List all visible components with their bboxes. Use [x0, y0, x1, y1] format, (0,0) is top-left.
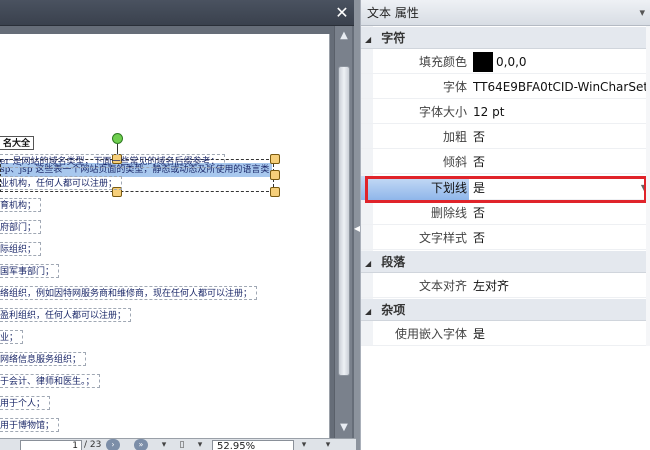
- property-label: 使用嵌入字体: [394, 327, 467, 341]
- dropdown-arrow-icon[interactable]: ▾: [158, 439, 170, 450]
- text-line[interactable]: 育机构；: [0, 198, 42, 212]
- scroll-up-icon[interactable]: ▲: [337, 28, 351, 44]
- document-pane: ✕ 名大全 sp、jsp 这些表一个网站页面的类型，静态或动态及所使用的语言类 …: [0, 0, 356, 450]
- property-value[interactable]: 否: [473, 201, 649, 225]
- close-icon[interactable]: ✕: [332, 3, 352, 23]
- scroll-down-icon[interactable]: ▼: [337, 420, 351, 436]
- page-number-input[interactable]: 1: [20, 440, 82, 450]
- document-page[interactable]: 名大全 sp、jsp 这些表一个网站页面的类型，静态或动态及所使用的语言类 er…: [0, 34, 330, 438]
- property-label: 加粗: [442, 130, 467, 144]
- status-bar: 1 / 23 › » ▾ ▯ ▾ 52.95% ▾ ▾: [0, 438, 356, 450]
- scroll-thumb[interactable]: [338, 66, 350, 376]
- page-total: / 23: [84, 440, 102, 450]
- resize-handle-right[interactable]: [270, 170, 280, 180]
- property-label: 删除线: [430, 206, 467, 220]
- category-character[interactable]: ◢ 字符: [361, 27, 650, 49]
- property-value[interactable]: 是: [473, 322, 649, 346]
- properties-panel: 文本 属性 ▾ ◢ 字符 填充颜色 0,0,0 字体 TT64E9BFA0tCI…: [360, 0, 650, 450]
- property-value[interactable]: 12 pt: [473, 100, 649, 124]
- color-swatch[interactable]: [473, 51, 493, 72]
- text-line[interactable]: 盈利组织，任何人都可以注册；: [0, 308, 132, 322]
- text-line[interactable]: 业；: [0, 330, 24, 344]
- text-line[interactable]: 用于个人；: [0, 396, 51, 410]
- text-line[interactable]: 络组织，例如因特网服务商和维修商，现在任何人都可以注册；: [0, 286, 258, 300]
- property-value[interactable]: 左对齐: [473, 274, 649, 298]
- document-vertical-scrollbar[interactable]: ▲ ▼: [334, 26, 352, 438]
- zoom-combo[interactable]: 52.95%: [212, 440, 294, 450]
- last-page-icon[interactable]: »: [134, 439, 148, 450]
- collapse-triangle-icon[interactable]: ◢: [365, 29, 377, 51]
- text-line[interactable]: er 是网站的域名类型，下面一些常见的域名后缀参考：: [0, 154, 225, 168]
- property-value[interactable]: TT64E9BFA0tCID-WinCharSet...: [473, 75, 649, 99]
- property-label: 文字样式: [418, 231, 467, 245]
- editor-window: ✕ 名大全 sp、jsp 这些表一个网站页面的类型，静态或动态及所使用的语言类 …: [0, 0, 650, 450]
- text-line[interactable]: 于会计、律师和医生。；: [0, 374, 100, 388]
- next-page-icon[interactable]: ›: [106, 439, 120, 450]
- category-paragraph[interactable]: ◢ 段落: [361, 251, 650, 273]
- property-bold[interactable]: 加粗 否: [361, 125, 650, 149]
- category-misc-label: 杂项: [381, 303, 406, 317]
- text-line[interactable]: 网络信息服务组织；: [0, 352, 87, 366]
- document-heading: 名大全: [0, 136, 35, 150]
- property-value[interactable]: 否: [473, 226, 649, 250]
- zoom-options-icon[interactable]: ▾: [322, 439, 334, 450]
- text-line[interactable]: 业机构，任何人都可以注册；: [0, 176, 123, 190]
- properties-panel-title: 文本 属性 ▾: [361, 0, 650, 26]
- collapse-triangle-icon[interactable]: ◢: [365, 253, 377, 275]
- property-label: 倾斜: [442, 155, 467, 169]
- panel-edge: [646, 26, 650, 346]
- property-label: 填充颜色: [418, 55, 467, 69]
- category-misc[interactable]: ◢ 杂项: [361, 299, 650, 321]
- category-paragraph-label: 段落: [381, 255, 406, 269]
- property-value[interactable]: 0,0,0: [473, 50, 649, 74]
- property-italic[interactable]: 倾斜 否: [361, 150, 650, 174]
- highlight-box: [365, 176, 647, 203]
- panel-title-text: 文本 属性: [367, 6, 419, 20]
- category-character-label: 字符: [381, 31, 406, 45]
- property-embed-font[interactable]: 使用嵌入字体 是: [361, 322, 650, 346]
- text-line[interactable]: 府部门；: [0, 220, 42, 234]
- layout-dropdown-icon[interactable]: ▾: [194, 439, 206, 450]
- property-text-style[interactable]: 文字样式 否: [361, 226, 650, 250]
- property-strikethrough[interactable]: 删除线 否: [361, 201, 650, 225]
- panel-menu-icon[interactable]: ▾: [639, 0, 645, 26]
- property-label: 字体大小: [418, 105, 467, 119]
- text-line[interactable]: 国军事部门；: [0, 264, 60, 278]
- property-fill-color[interactable]: 填充颜色 0,0,0: [361, 50, 650, 74]
- collapse-triangle-icon[interactable]: ◢: [365, 301, 377, 323]
- resize-handle-bottom-right[interactable]: [270, 187, 280, 197]
- property-text-align[interactable]: 文本对齐 左对齐: [361, 274, 650, 298]
- property-label: 文本对齐: [418, 279, 467, 293]
- zoom-dropdown-icon[interactable]: ▾: [298, 439, 310, 450]
- text-line[interactable]: 际组织；: [0, 242, 42, 256]
- fill-color-value: 0,0,0: [496, 55, 527, 69]
- property-value[interactable]: 否: [473, 150, 649, 174]
- property-value[interactable]: 否: [473, 125, 649, 149]
- property-font-size[interactable]: 字体大小 12 pt: [361, 100, 650, 124]
- resize-handle-top-right[interactable]: [270, 154, 280, 164]
- page-layout-icon[interactable]: ▯: [176, 439, 188, 450]
- rotate-handle[interactable]: [112, 133, 123, 144]
- text-line[interactable]: 用于博物馆；: [0, 418, 60, 432]
- document-titlebar: ✕: [0, 0, 356, 26]
- property-font[interactable]: 字体 TT64E9BFA0tCID-WinCharSet...: [361, 75, 650, 99]
- property-label: 字体: [442, 80, 467, 94]
